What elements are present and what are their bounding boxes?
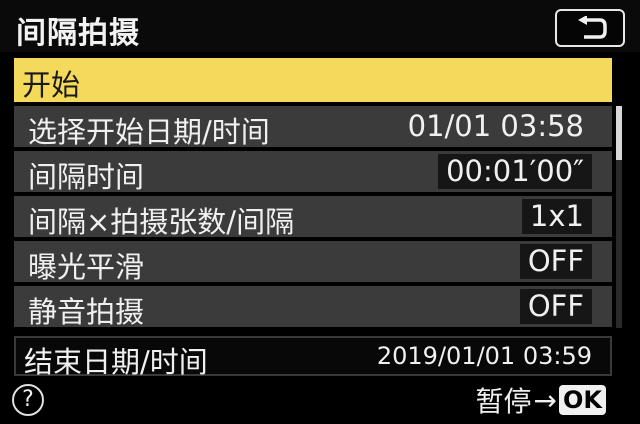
menu-item-start-datetime[interactable]: 选择开始日期/时间 01/01 03:58 bbox=[14, 106, 612, 149]
pause-label: 暂停 bbox=[475, 385, 532, 418]
silent-shooting-value: OFF bbox=[519, 289, 592, 324]
shots-per-interval-label: 间隔×拍摄张数/间隔 bbox=[28, 205, 295, 239]
start-datetime-label: 选择开始日期/时间 bbox=[28, 115, 270, 149]
page-title: 间隔拍摄 bbox=[16, 16, 140, 51]
right-arrow-icon: → bbox=[533, 383, 557, 417]
menu-item-interval[interactable]: 间隔时间 00:01′00″ bbox=[14, 151, 612, 194]
menu-item-exposure-smoothing[interactable]: 曝光平滑 OFF bbox=[14, 241, 612, 284]
interval-label: 间隔时间 bbox=[28, 160, 145, 194]
header-bar: 间隔拍摄 bbox=[0, 0, 640, 52]
end-datetime-label: 结束日期/时间 bbox=[24, 345, 208, 379]
start-datetime-value: 01/01 03:58 bbox=[407, 109, 584, 143]
help-icon[interactable]: ? bbox=[12, 384, 44, 416]
ok-button-icon: OK bbox=[559, 385, 606, 415]
end-datetime-info: 结束日期/时间 2019/01/01 03:59 bbox=[14, 336, 612, 379]
end-datetime-value: 2019/01/01 03:59 bbox=[376, 342, 592, 370]
interval-value: 00:01′00″ bbox=[438, 154, 592, 189]
scrollbar-thumb[interactable] bbox=[616, 106, 622, 160]
back-button[interactable] bbox=[555, 9, 625, 47]
exposure-smoothing-label: 曝光平滑 bbox=[28, 250, 145, 284]
return-arrow-icon bbox=[578, 16, 607, 39]
start-label: 开始 bbox=[22, 68, 81, 102]
pause-hint: 暂停 → OK bbox=[476, 382, 606, 418]
menu-item-silent-shooting[interactable]: 静音拍摄 OFF bbox=[14, 286, 612, 329]
menu-item-shots-per-interval[interactable]: 间隔×拍摄张数/间隔 1x1 bbox=[14, 196, 612, 239]
shots-per-interval-value: 1x1 bbox=[521, 199, 592, 234]
menu-item-start[interactable]: 开始 bbox=[14, 58, 612, 102]
exposure-smoothing-value: OFF bbox=[519, 244, 592, 279]
silent-shooting-label: 静音拍摄 bbox=[28, 295, 145, 329]
menu-scrollbar[interactable] bbox=[616, 106, 622, 328]
